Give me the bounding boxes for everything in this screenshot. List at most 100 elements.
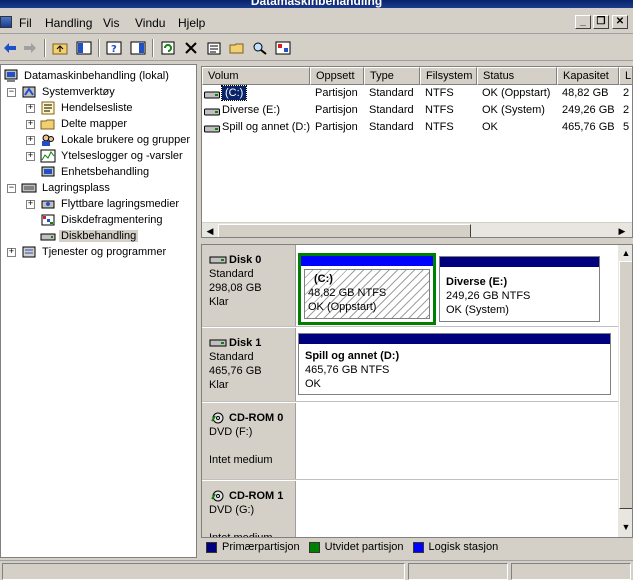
scroll-up-icon[interactable]: ▲ bbox=[620, 247, 632, 259]
console-icon[interactable] bbox=[128, 38, 148, 58]
restore-button[interactable]: ❐ bbox=[593, 15, 609, 29]
tree-item-label: Systemverktøy bbox=[42, 86, 115, 98]
open-folder-icon[interactable] bbox=[227, 38, 247, 58]
forward-icon[interactable] bbox=[20, 38, 40, 58]
expand-icon[interactable]: + bbox=[26, 152, 35, 161]
search-icon[interactable] bbox=[250, 38, 270, 58]
column-header[interactable]: L bbox=[619, 67, 632, 85]
close-button[interactable]: ✕ bbox=[612, 15, 628, 29]
tree-item[interactable]: Hendelsesliste bbox=[40, 100, 135, 116]
menu-help[interactable]: Hjelp bbox=[178, 16, 205, 30]
navigation-tree: Datamaskinbehandling (lokal) Systemverkt… bbox=[0, 64, 197, 558]
table-cell: Standard bbox=[369, 121, 414, 133]
partition-size: 465,76 GB NTFS bbox=[305, 364, 390, 376]
help-icon[interactable]: ? bbox=[104, 38, 124, 58]
tree-item[interactable]: Ytelseslogger og -varsler bbox=[40, 148, 185, 164]
tree-item[interactable]: Flyttbare lagringsmedier bbox=[40, 196, 181, 212]
disk-info[interactable]: Disk 1 Standard 465,76 GB Klar bbox=[202, 328, 296, 401]
column-header[interactable]: Oppsett bbox=[310, 67, 364, 85]
partition-name: Diverse (E:) bbox=[446, 276, 508, 288]
collapse-icon[interactable]: − bbox=[7, 184, 16, 193]
back-icon[interactable] bbox=[0, 38, 20, 58]
event-log-icon bbox=[40, 101, 56, 115]
tree-item[interactable]: Enhetsbehandling bbox=[40, 164, 151, 180]
scroll-left-icon[interactable]: ◀ bbox=[204, 225, 216, 237]
legend-swatch-extended bbox=[308, 541, 320, 553]
legend-primary: Primærpartisjon bbox=[222, 541, 300, 553]
column-header[interactable]: Kapasitet bbox=[557, 67, 619, 85]
expand-icon[interactable]: + bbox=[26, 104, 35, 113]
disk-row: Disk 0 Standard 298,08 GB Klar (C:) 48,8… bbox=[202, 245, 618, 327]
disk-state: Klar bbox=[209, 296, 229, 308]
column-header[interactable]: Type bbox=[364, 67, 420, 85]
tree-item[interactable]: Tjenester og programmer bbox=[21, 244, 168, 260]
show-hide-tree-icon[interactable] bbox=[74, 38, 94, 58]
table-row[interactable]: (C:) Partisjon Standard NTFS OK (Oppstart) 48… bbox=[202, 85, 632, 102]
table-cell: Standard bbox=[369, 87, 414, 99]
scroll-right-icon[interactable]: ▶ bbox=[616, 225, 628, 237]
tree-item[interactable]: Diskdefragmentering bbox=[40, 212, 165, 228]
system-menu-icon[interactable] bbox=[0, 16, 12, 28]
disk-info[interactable]: CD-ROM 0 DVD (F:) Intet medium bbox=[202, 403, 296, 479]
disk-info[interactable]: Disk 0 Standard 298,08 GB Klar bbox=[202, 245, 296, 326]
table-cell: 249,26 GB bbox=[562, 104, 615, 116]
disk-name: CD-ROM 1 bbox=[229, 490, 284, 502]
device-manager-icon bbox=[40, 165, 56, 179]
table-cell: 48,82 GB bbox=[562, 87, 609, 99]
table-row[interactable]: Spill og annet (D:) Partisjon Standard NTFS… bbox=[202, 119, 632, 136]
disk-row: CD-ROM 1 DVD (G:) Intet medium bbox=[202, 481, 618, 537]
storage-icon bbox=[21, 181, 37, 195]
column-header[interactable]: Filsystem bbox=[420, 67, 477, 85]
partition-c[interactable]: (C:) 48,82 GB NTFS OK (Oppstart) bbox=[298, 253, 436, 325]
scroll-down-icon[interactable]: ▼ bbox=[620, 521, 632, 533]
tree-item[interactable]: Lokale brukere og grupper bbox=[40, 132, 192, 148]
disk-type: DVD (G:) bbox=[209, 504, 255, 516]
partition-d[interactable]: Spill og annet (D:) 465,76 GB NTFS OK bbox=[298, 333, 611, 395]
users-icon bbox=[40, 133, 56, 147]
vertical-scrollbar[interactable]: ▲ ▼ bbox=[618, 245, 632, 537]
table-cell: Partisjon bbox=[315, 104, 358, 116]
volume-list: Volum Oppsett Type Filsystem Status Kapa… bbox=[201, 66, 633, 238]
horizontal-scrollbar[interactable]: ◀ ▶ bbox=[202, 222, 632, 237]
scroll-thumb[interactable] bbox=[218, 224, 471, 237]
hard-disk-icon bbox=[209, 339, 227, 347]
column-header[interactable]: Status bbox=[477, 67, 557, 85]
partition-e[interactable]: Diverse (E:) 249,26 GB NTFS OK (System) bbox=[439, 256, 600, 322]
properties-icon[interactable] bbox=[204, 38, 224, 58]
table-cell: NTFS bbox=[425, 104, 454, 116]
menu-view[interactable]: Vis bbox=[103, 16, 119, 30]
collapse-icon[interactable]: − bbox=[7, 88, 16, 97]
cd-drive-icon bbox=[211, 412, 224, 424]
scroll-thumb[interactable] bbox=[619, 261, 632, 509]
delete-icon[interactable] bbox=[181, 38, 201, 58]
tree-item-label: Lagringsplass bbox=[42, 182, 110, 194]
menu-window[interactable]: Vindu bbox=[135, 16, 165, 30]
up-folder-icon[interactable] bbox=[50, 38, 70, 58]
expand-icon[interactable]: + bbox=[26, 136, 35, 145]
column-header[interactable]: Volum bbox=[202, 67, 310, 85]
tree-item-label: Diskbehandling bbox=[59, 230, 139, 242]
partition-size: 249,26 GB NTFS bbox=[446, 290, 531, 302]
minimize-button[interactable]: _ bbox=[575, 15, 591, 29]
disk-name: Disk 1 bbox=[229, 337, 262, 349]
disk-graphical-view: Disk 0 Standard 298,08 GB Klar (C:) 48,8… bbox=[201, 244, 633, 538]
disk-size: 465,76 GB bbox=[209, 365, 262, 377]
expand-icon[interactable]: + bbox=[7, 248, 16, 257]
expand-icon[interactable]: + bbox=[26, 200, 35, 209]
tree-item[interactable]: Diskbehandling bbox=[40, 228, 139, 244]
legend-logical: Logisk stasjon bbox=[428, 541, 499, 553]
refresh-icon[interactable] bbox=[158, 38, 178, 58]
table-row[interactable]: Diverse (E:) Partisjon Standard NTFS OK (Sys… bbox=[202, 102, 632, 119]
disk-info[interactable]: CD-ROM 1 DVD (G:) Intet medium bbox=[202, 481, 296, 537]
legend: Primærpartisjon Utvidet partisjon Logisk… bbox=[201, 538, 633, 556]
menu-file[interactable]: Fil bbox=[19, 16, 32, 30]
table-cell: (C:) bbox=[220, 85, 248, 101]
menu-action[interactable]: Handling bbox=[45, 16, 92, 30]
settings-icon[interactable] bbox=[273, 38, 293, 58]
tree-item[interactable]: Systemverktøy bbox=[21, 84, 117, 100]
expand-icon[interactable]: + bbox=[26, 120, 35, 129]
volume-list-header: Volum Oppsett Type Filsystem Status Kapa… bbox=[202, 67, 632, 85]
tree-item[interactable]: Delte mapper bbox=[40, 116, 129, 132]
tree-root[interactable]: Datamaskinbehandling (lokal) bbox=[3, 68, 171, 84]
tree-item[interactable]: Lagringsplass bbox=[21, 180, 112, 196]
